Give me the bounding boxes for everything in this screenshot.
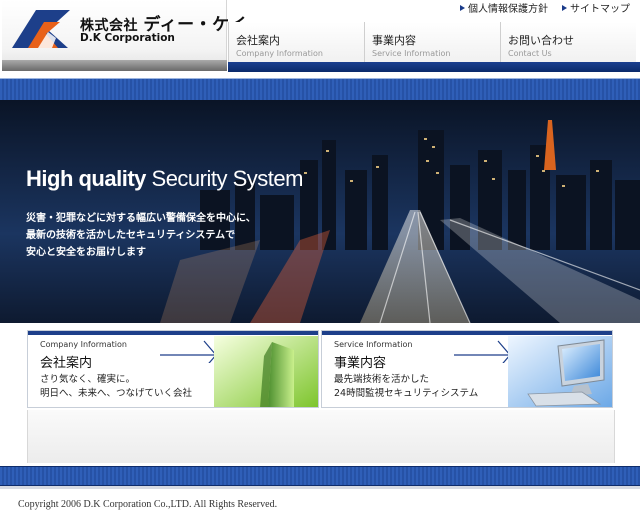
arrow-right-icon (460, 4, 465, 11)
nav-underline-bar (228, 62, 640, 72)
dk-logo-icon[interactable] (8, 8, 72, 50)
footer-band (0, 466, 640, 486)
privacy-policy-label: 個人情報保護方針 (468, 4, 548, 15)
panel-label-en: Service Information (334, 340, 413, 349)
privacy-policy-link[interactable]: 個人情報保護方針 (460, 0, 548, 15)
main-nav: 会社案内 Company Information 事業内容 Service In… (228, 22, 640, 67)
decorative-band (0, 78, 640, 101)
nav-label-jp: 事業内容 (372, 34, 416, 47)
panel-desc-line: 最先端技術を活かした (334, 374, 430, 385)
content-spacer (27, 410, 615, 463)
company-name-en: D.K Corporation (80, 32, 175, 44)
arrow-right-icon (562, 4, 567, 11)
copyright-text: Copyright 2006 D.K Corporation Co.,LTD. … (18, 499, 278, 510)
sitemap-link[interactable]: サイトマップ (562, 0, 630, 15)
hero-title-bold: High quality (26, 166, 146, 191)
nav-label-en: Service Information (372, 49, 451, 58)
hero-title: High quality Security System (26, 166, 303, 192)
panel-desc-line: さり気なく、確実に。 (40, 374, 136, 385)
hero-text-line: 最新の技術を活かしたセキュリティシステムで (26, 230, 236, 241)
panel-desc-line: 明日へ、未来へ、つなげていく会社 (40, 388, 193, 399)
hero-text-line: 安心と安全をお届けします (26, 247, 146, 258)
hero-banner: High quality Security System 災害・犯罪などに対する… (0, 100, 640, 323)
info-panels: Company Information 会社案内 さり気なく、確実に。 明日へ、… (27, 330, 613, 410)
panel-label-en: Company Information (40, 340, 127, 349)
nav-label-en: Company Information (236, 49, 323, 58)
nav-item-service[interactable]: 事業内容 Service Information (364, 22, 500, 67)
nav-label-jp: 会社案内 (236, 34, 280, 47)
sitemap-label: サイトマップ (570, 4, 630, 15)
panel-label-jp: 事業内容 (334, 356, 387, 371)
long-arrow-icon (454, 340, 511, 363)
nav-label-jp: お問い合わせ (508, 34, 574, 47)
service-info-panel[interactable]: Service Information 事業内容 最先端技術を活かした 24時間… (321, 330, 613, 408)
company-info-panel[interactable]: Company Information 会社案内 さり気なく、確実に。 明日へ、… (27, 330, 319, 408)
panel-description: 最先端技術を活かした 24時間監視セキュリティシステム (334, 373, 478, 401)
hero-title-rest: Security System (151, 166, 304, 191)
nav-item-contact[interactable]: お問い合わせ Contact Us (500, 22, 636, 67)
panel-label-jp: 会社案内 (40, 356, 93, 371)
utility-links: 個人情報保護方針 サイトマップ (460, 0, 630, 15)
computer-monitor-image (508, 336, 612, 407)
building-image (214, 336, 318, 407)
panel-description: さり気なく、確実に。 明日へ、未来へ、つなげていく会社 (40, 373, 192, 401)
panel-desc-line: 24時間監視セキュリティシステム (334, 388, 479, 399)
logo-bar (2, 60, 227, 71)
hero-text-line: 災害・犯罪などに対する幅広い警備保全を中心に、 (26, 213, 256, 224)
footer-stripe (0, 486, 640, 489)
nav-item-company[interactable]: 会社案内 Company Information (228, 22, 364, 67)
nav-label-en: Contact Us (508, 49, 552, 58)
long-arrow-icon (160, 340, 217, 363)
hero-description: 災害・犯罪などに対する幅広い警備保全を中心に、 最新の技術を活かしたセキュリティ… (26, 210, 256, 261)
